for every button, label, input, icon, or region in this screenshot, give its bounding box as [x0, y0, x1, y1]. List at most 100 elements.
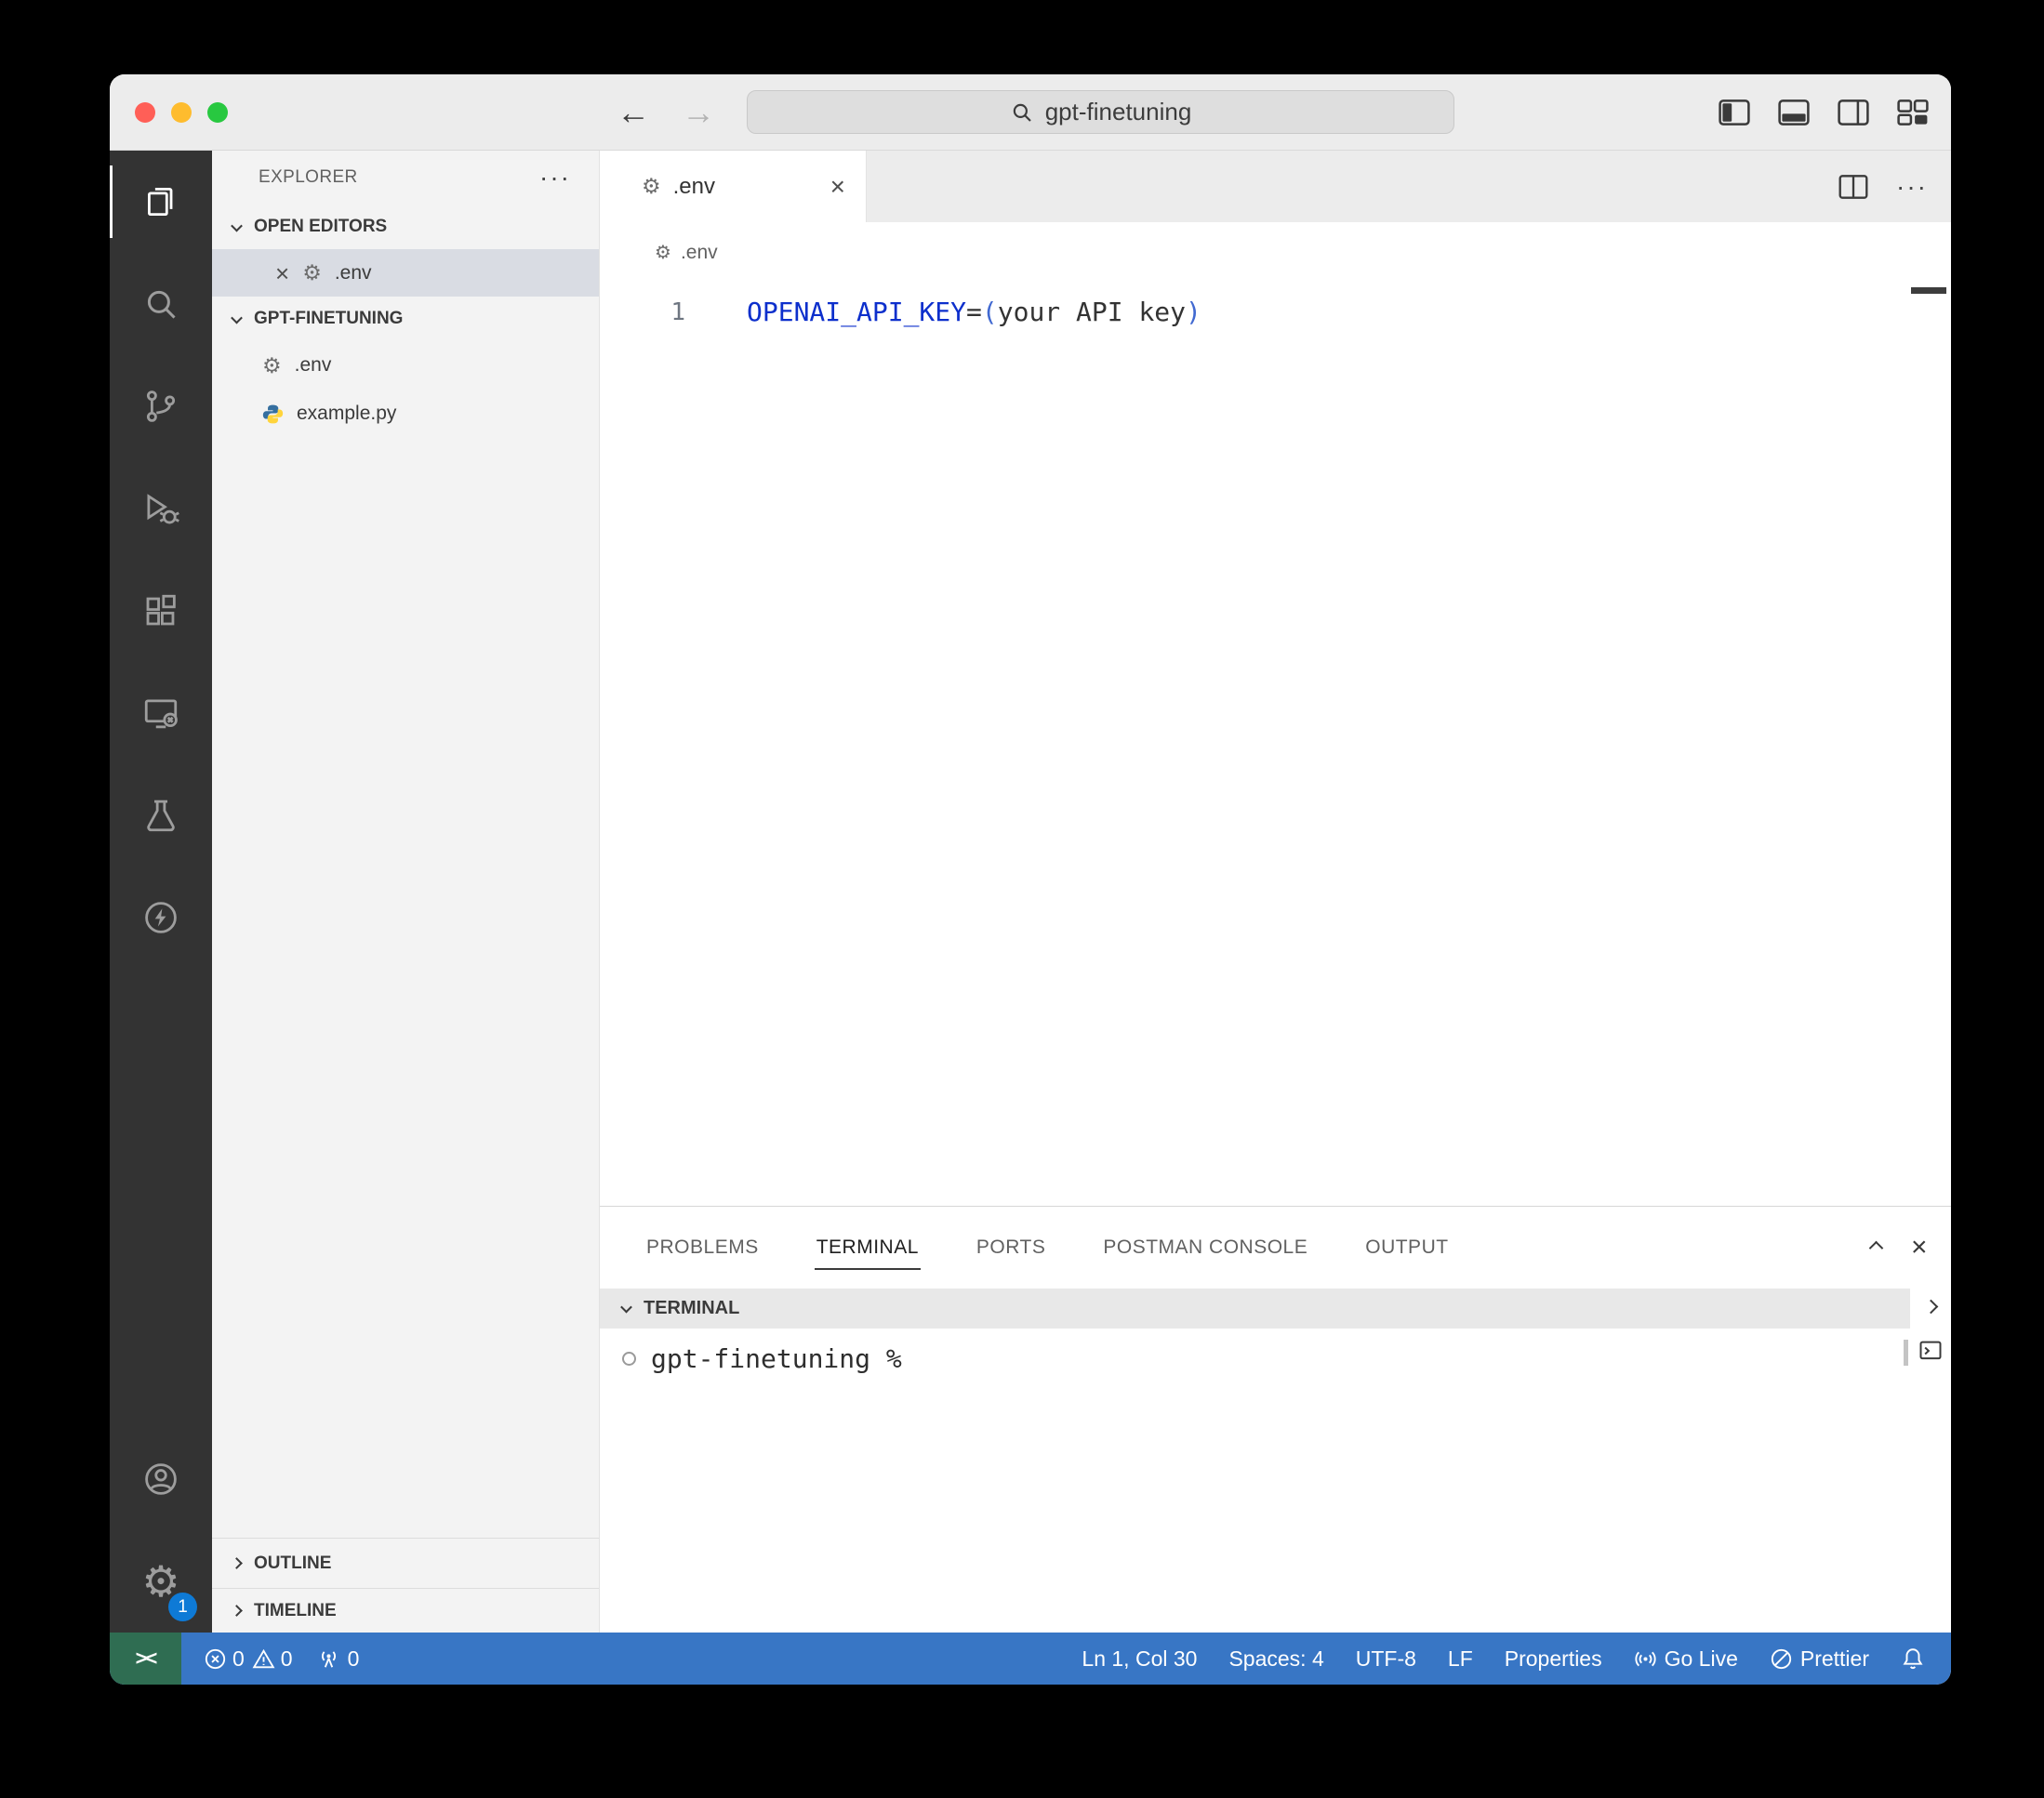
gear-file-icon: ⚙	[655, 242, 671, 263]
chevron-down-icon	[231, 311, 243, 324]
chevron-down-icon	[231, 219, 243, 231]
tab-ports[interactable]: PORTS	[975, 1229, 1047, 1266]
outline-section-header[interactable]: OUTLINE	[212, 1538, 599, 1588]
python-icon	[262, 404, 284, 423]
status-bar: >< 0 0 0 Ln 1, Col 30 Spaces: 4 UTF-8 LF…	[110, 1633, 1951, 1685]
forward-icon[interactable]: →	[682, 93, 715, 132]
source-control-icon	[146, 390, 176, 422]
notifications-bell-icon[interactable]	[1901, 1646, 1925, 1671]
code-content: OPENAI_API_KEY=(your API key)	[711, 297, 1201, 327]
radio-tower-icon	[321, 1650, 336, 1668]
minimize-window-button[interactable]	[171, 101, 192, 123]
prettier-label: Prettier	[1799, 1646, 1869, 1671]
extensions-icon	[146, 594, 176, 626]
settings-activity-button[interactable]: ⚙ 1	[110, 1530, 212, 1633]
run-debug-icon	[147, 494, 179, 524]
explorer-activity-button[interactable]	[110, 151, 212, 253]
line-number: 1	[670, 297, 685, 326]
maximize-panel-icon[interactable]	[1868, 1240, 1884, 1255]
open-editors-section-header[interactable]: OPEN EDITORS	[212, 205, 599, 249]
remote-indicator[interactable]: ><	[110, 1633, 181, 1685]
chevron-right-icon	[231, 1557, 243, 1569]
workspace-label: GPT-FINETUNING	[254, 309, 404, 328]
close-icon[interactable]: ×	[275, 261, 289, 285]
account-icon	[145, 1463, 177, 1495]
language-mode-label: Properties	[1504, 1646, 1602, 1671]
editor-tab-bar: ⚙ .env × ···	[600, 151, 1951, 222]
open-editor-item-env[interactable]: × ⚙ .env	[212, 249, 599, 297]
traffic-lights	[110, 101, 228, 123]
command-center-search[interactable]: gpt-finetuning	[747, 90, 1454, 134]
code-line-1: 1 OPENAI_API_KEY=(your API key)	[600, 290, 1951, 334]
cursor-position-status[interactable]: Ln 1, Col 30	[1082, 1646, 1197, 1672]
terminal-side-rail	[1910, 1289, 1951, 1633]
error-count: 0	[232, 1646, 245, 1671]
code-editor[interactable]: 1 OPENAI_API_KEY=(your API key)	[600, 283, 1951, 1206]
sidebar-more-actions-icon[interactable]: ···	[539, 163, 571, 192]
tab-postman-console[interactable]: POSTMAN CONSOLE	[1101, 1229, 1309, 1266]
gear-file-icon: ⚙	[262, 352, 282, 377]
toggle-secondary-sidebar-icon[interactable]	[1838, 99, 1869, 126]
tab-output[interactable]: OUTPUT	[1363, 1229, 1450, 1266]
search-icon	[1013, 103, 1031, 122]
breadcrumb[interactable]: ⚙ .env	[600, 222, 1951, 283]
source-control-activity-button[interactable]	[110, 355, 212, 457]
accounts-activity-button[interactable]	[110, 1428, 212, 1530]
history-navigation: ← →	[617, 74, 715, 150]
toggle-panel-icon[interactable]	[1778, 99, 1810, 126]
activity-bar: ⚙ 1	[110, 151, 212, 1633]
run-debug-activity-button[interactable]	[110, 457, 212, 560]
split-editor-icon[interactable]	[1838, 174, 1868, 199]
activity-bar-spacer	[110, 969, 212, 1428]
encoding-status[interactable]: UTF-8	[1356, 1646, 1416, 1672]
encoding-label: UTF-8	[1355, 1646, 1416, 1671]
tab-problems[interactable]: PROBLEMS	[644, 1229, 761, 1266]
terminal-prompt-line: gpt-finetuning %	[600, 1329, 1910, 1374]
outline-label: OUTLINE	[254, 1553, 332, 1573]
file-label: example.py	[297, 403, 397, 424]
tab-env[interactable]: ⚙ .env ×	[600, 151, 867, 222]
prettier-status[interactable]: Prettier	[1770, 1646, 1869, 1672]
command-decoration-icon[interactable]	[622, 1352, 636, 1366]
vscode-window: ← → gpt-finetuning ⚙ 1 EXPLORER ··· OPEN…	[110, 74, 1951, 1685]
indentation-status[interactable]: Spaces: 4	[1228, 1646, 1323, 1672]
remote-explorer-icon	[144, 699, 178, 729]
terminal-section-header[interactable]: TERMINAL	[600, 1289, 1910, 1329]
bottom-panel: PROBLEMS TERMINAL PORTS POSTMAN CONSOLE …	[600, 1206, 1951, 1633]
zoom-window-button[interactable]	[207, 101, 228, 123]
sidebar-title: EXPLORER	[259, 167, 358, 187]
workbench-body: ⚙ 1 EXPLORER ··· OPEN EDITORS × ⚙ .env G…	[110, 151, 1951, 1633]
overview-ruler-cursor-mark	[1911, 287, 1946, 294]
search-activity-button[interactable]	[110, 253, 212, 355]
testing-activity-button[interactable]	[110, 764, 212, 866]
chevron-right-icon[interactable]	[1923, 1299, 1938, 1315]
remote-explorer-activity-button[interactable]	[110, 662, 212, 764]
forwarded-ports-status[interactable]: 0	[317, 1646, 359, 1672]
terminal-content[interactable]: gpt-finetuning %	[600, 1329, 1910, 1633]
editor-more-actions-icon[interactable]: ···	[1896, 172, 1928, 202]
eol-status[interactable]: LF	[1448, 1646, 1473, 1672]
workspace-section-header[interactable]: GPT-FINETUNING	[212, 297, 599, 341]
thunder-client-activity-button[interactable]	[110, 866, 212, 969]
close-window-button[interactable]	[135, 101, 155, 123]
code-token-close-paren: )	[1186, 297, 1201, 327]
back-icon[interactable]: ←	[617, 93, 650, 132]
warning-icon	[252, 1648, 275, 1668]
go-live-status[interactable]: Go Live	[1634, 1646, 1738, 1672]
file-item-example-py[interactable]: example.py	[212, 390, 599, 438]
open-terminal-editor-icon[interactable]	[1918, 1338, 1944, 1364]
problems-status[interactable]: 0 0	[204, 1646, 293, 1672]
toggle-primary-sidebar-icon[interactable]	[1719, 99, 1750, 126]
layout-controls	[1719, 74, 1929, 150]
customize-layout-icon[interactable]	[1897, 99, 1929, 126]
close-panel-icon[interactable]: ×	[1911, 1234, 1928, 1262]
terminal-scrollbar[interactable]	[1904, 1340, 1908, 1366]
file-label: .env	[294, 354, 332, 376]
tab-terminal[interactable]: TERMINAL	[814, 1229, 922, 1270]
extensions-activity-button[interactable]	[110, 560, 212, 662]
close-icon[interactable]: ×	[830, 172, 845, 202]
language-mode-status[interactable]: Properties	[1505, 1646, 1602, 1672]
file-item-env[interactable]: ⚙ .env	[212, 341, 599, 390]
editor-group: ⚙ .env × ··· ⚙ .env 1 OPENAI_API_KEY=(yo…	[600, 151, 1951, 1633]
timeline-section-header[interactable]: TIMELINE	[212, 1588, 599, 1633]
